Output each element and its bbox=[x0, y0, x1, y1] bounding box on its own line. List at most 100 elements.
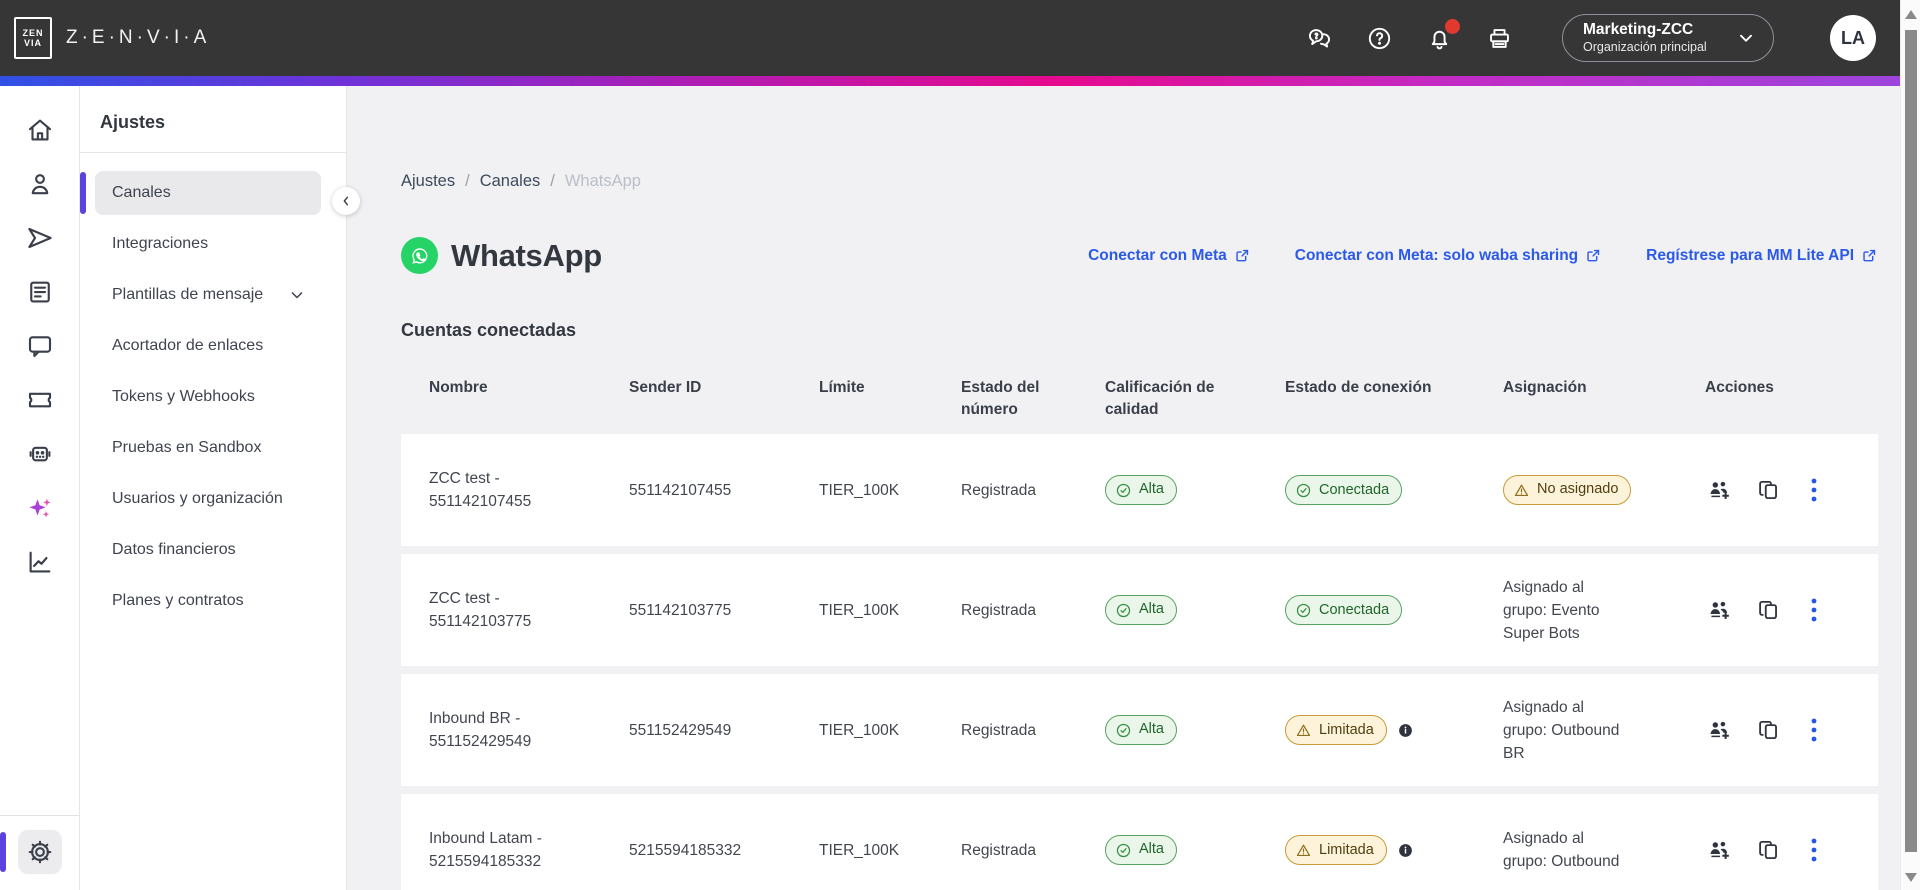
settings-sidebar: Ajustes Canales Integraciones Plantillas… bbox=[80, 86, 360, 890]
breadcrumb-item[interactable]: Ajustes bbox=[401, 172, 455, 191]
organization-switcher[interactable]: Marketing-ZCC Organización principal bbox=[1562, 14, 1774, 62]
sidebar-item-integraciones[interactable]: Integraciones bbox=[95, 222, 321, 266]
sidebar-item-tokens-y-webhooks[interactable]: Tokens y Webhooks bbox=[95, 375, 321, 419]
zenvia-logo-text: Z·E·N·V·I·A bbox=[66, 27, 211, 48]
cell-assignment: Asignado al grupo: Evento Super Bots bbox=[1503, 578, 1600, 643]
copy-icon[interactable] bbox=[1755, 836, 1783, 864]
cell-quality: Alta bbox=[1077, 595, 1257, 626]
info-icon[interactable] bbox=[1397, 842, 1414, 859]
copy-icon[interactable] bbox=[1755, 476, 1783, 504]
breadcrumb-item[interactable]: Canales bbox=[480, 172, 541, 191]
cell-sender-id: 551142107455 bbox=[629, 481, 732, 499]
notification-dot bbox=[1445, 19, 1460, 34]
column-header: Acciones bbox=[1705, 379, 1774, 396]
cell-assignment: Asignado al grupo: Outbound bbox=[1503, 830, 1620, 871]
scrollbar-down-arrow[interactable] bbox=[1905, 873, 1917, 882]
settings-gear-icon[interactable] bbox=[0, 830, 62, 874]
conversations-icon[interactable] bbox=[18, 324, 62, 368]
kebab-menu-icon[interactable] bbox=[1805, 596, 1823, 624]
user-avatar[interactable]: LA bbox=[1830, 15, 1876, 61]
breadcrumb: Ajustes / Canales / WhatsApp bbox=[401, 172, 1878, 191]
chevron-left-icon bbox=[343, 196, 349, 206]
assign-users-icon[interactable] bbox=[1705, 476, 1733, 504]
sidebar-item-label: Planes y contratos bbox=[112, 592, 244, 609]
check-circle-icon bbox=[1116, 843, 1131, 857]
scrollbar-up-arrow[interactable] bbox=[1905, 10, 1917, 19]
campaigns-ticket-icon[interactable] bbox=[18, 378, 62, 422]
connection-badge: Conectada bbox=[1285, 595, 1403, 626]
cell-limit: TIER_100K bbox=[819, 601, 900, 619]
sidebar-title: Ajustes bbox=[100, 112, 166, 132]
external-link[interactable]: Conectar con Meta: solo waba sharing bbox=[1295, 247, 1602, 265]
check-circle-icon bbox=[1296, 603, 1311, 618]
page-title: WhatsApp bbox=[451, 237, 602, 273]
quality-badge: Alta bbox=[1105, 835, 1177, 865]
cell-account-name: Inbound Latam - 5215594185332 bbox=[429, 830, 542, 871]
cell-actions bbox=[1677, 716, 1878, 744]
send-message-icon[interactable] bbox=[18, 216, 62, 260]
kebab-menu-icon[interactable] bbox=[1805, 476, 1823, 504]
copy-icon[interactable] bbox=[1755, 596, 1783, 624]
cell-quality: Alta bbox=[1077, 835, 1257, 866]
breadcrumb-item: WhatsApp bbox=[564, 172, 641, 190]
connection-badge: Limitada bbox=[1285, 715, 1387, 746]
help-icon[interactable] bbox=[1364, 23, 1394, 53]
cell-connection: Conectada bbox=[1257, 595, 1475, 626]
copy-icon[interactable] bbox=[1755, 716, 1783, 744]
column-header: Estado del número bbox=[961, 379, 1040, 418]
external-link[interactable]: Regístrese para MM Lite API bbox=[1646, 247, 1878, 265]
header-links: Conectar con Meta Conectar con Meta: sol… bbox=[1088, 247, 1878, 265]
cell-quality: Alta bbox=[1077, 475, 1257, 506]
quality-badge: Alta bbox=[1105, 475, 1177, 505]
notifications-bell-icon[interactable] bbox=[1424, 19, 1460, 53]
zenvia-logo[interactable]: ZEN VIA Z·E·N·V·I·A bbox=[14, 17, 210, 59]
page-scrollbar[interactable] bbox=[1900, 0, 1920, 890]
sidebar-item-usuarios-y-organizaci-n[interactable]: Usuarios y organización bbox=[95, 477, 321, 521]
home-icon[interactable] bbox=[18, 108, 62, 152]
sidebar-collapse-button[interactable] bbox=[332, 187, 360, 215]
sidebar-item-pruebas-en-sandbox[interactable]: Pruebas en Sandbox bbox=[95, 426, 321, 470]
table-row: ZCC test - 551142107455 551142107455 TIE… bbox=[401, 434, 1878, 547]
quality-badge: Alta bbox=[1105, 595, 1177, 625]
check-circle-icon bbox=[1116, 723, 1131, 737]
warning-triangle-icon bbox=[1514, 484, 1529, 496]
assign-users-icon[interactable] bbox=[1705, 716, 1733, 744]
check-circle-icon bbox=[1116, 603, 1131, 617]
kebab-menu-icon[interactable] bbox=[1805, 836, 1823, 864]
external-link[interactable]: Conectar con Meta bbox=[1088, 247, 1251, 265]
scrollbar-thumb[interactable] bbox=[1905, 30, 1917, 852]
top-header: ZEN VIA Z·E·N·V·I·A Marketing-ZCC Organi… bbox=[0, 0, 1920, 76]
sidebar-item-plantillas-de-mensaje[interactable]: Plantillas de mensaje bbox=[95, 273, 321, 317]
sidebar-item-label: Canales bbox=[112, 184, 171, 201]
assign-users-icon[interactable] bbox=[1705, 596, 1733, 624]
sidebar-item-label: Plantillas de mensaje bbox=[112, 286, 264, 303]
info-icon[interactable] bbox=[1397, 722, 1414, 739]
analytics-chart-icon[interactable] bbox=[18, 540, 62, 584]
cell-assignment: Asignado al grupo: Outbound BR bbox=[1503, 698, 1620, 763]
sidebar-item-canales[interactable]: Canales bbox=[80, 171, 321, 215]
cell-actions bbox=[1677, 836, 1878, 864]
ai-sparkles-icon[interactable] bbox=[18, 486, 62, 530]
table-row: ZCC test - 551142103775 551142103775 TIE… bbox=[401, 554, 1878, 667]
cell-limit: TIER_100K bbox=[819, 481, 900, 499]
assign-users-icon[interactable] bbox=[1705, 836, 1733, 864]
external-link-icon bbox=[1587, 249, 1600, 262]
external-link-label: Conectar con Meta: solo waba sharing bbox=[1294, 246, 1579, 264]
support-chat-icon[interactable] bbox=[1304, 23, 1334, 53]
external-link-label: Regístrese para MM Lite API bbox=[1646, 246, 1854, 264]
icon-rail bbox=[0, 86, 80, 890]
contacts-icon[interactable] bbox=[18, 162, 62, 206]
organization-subtitle: Organización principal bbox=[1583, 39, 1707, 54]
column-header: Estado de conexión bbox=[1285, 379, 1432, 396]
sidebar-item-datos-financieros[interactable]: Datos financieros bbox=[95, 528, 321, 572]
sidebar-item-planes-y-contratos[interactable]: Planes y contratos bbox=[95, 579, 321, 623]
chatbot-robot-icon[interactable] bbox=[18, 432, 62, 476]
sidebar-divider bbox=[80, 152, 346, 153]
reports-document-icon[interactable] bbox=[18, 270, 62, 314]
cell-connection: Limitada bbox=[1257, 715, 1475, 746]
chevron-down-icon bbox=[291, 292, 303, 299]
sidebar-item-acortador-de-enlaces[interactable]: Acortador de enlaces bbox=[95, 324, 321, 368]
printer-icon[interactable] bbox=[1484, 23, 1514, 53]
kebab-menu-icon[interactable] bbox=[1805, 716, 1823, 744]
sidebar-item-label: Tokens y Webhooks bbox=[112, 388, 255, 405]
